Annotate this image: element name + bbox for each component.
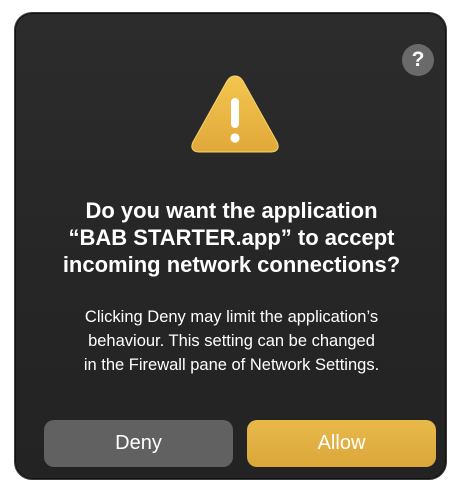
dialog-message-line: Clicking Deny may limit the application’… [84,308,379,326]
dialog-title-line: “BAB STARTER.app” to accept [68,225,395,250]
dialog-message-line: behaviour. This setting can be changed [88,332,375,350]
dialog-title-line: incoming network connections? [62,252,401,277]
help-button[interactable]: ? [402,44,434,76]
dialog-title: Do you want the application “BAB STARTER… [15,197,446,278]
firewall-dialog: ? Do you want the application “BAB START… [14,12,447,480]
deny-button[interactable]: Deny [44,420,233,467]
dialog-title-line: Do you want the application [85,198,378,223]
warning-triangle-icon [191,75,279,153]
dialog-message: Clicking Deny may limit the application’… [15,305,446,377]
dialog-message-line: in the Firewall pane of Network Settings… [83,356,380,374]
allow-button[interactable]: Allow [247,420,436,467]
